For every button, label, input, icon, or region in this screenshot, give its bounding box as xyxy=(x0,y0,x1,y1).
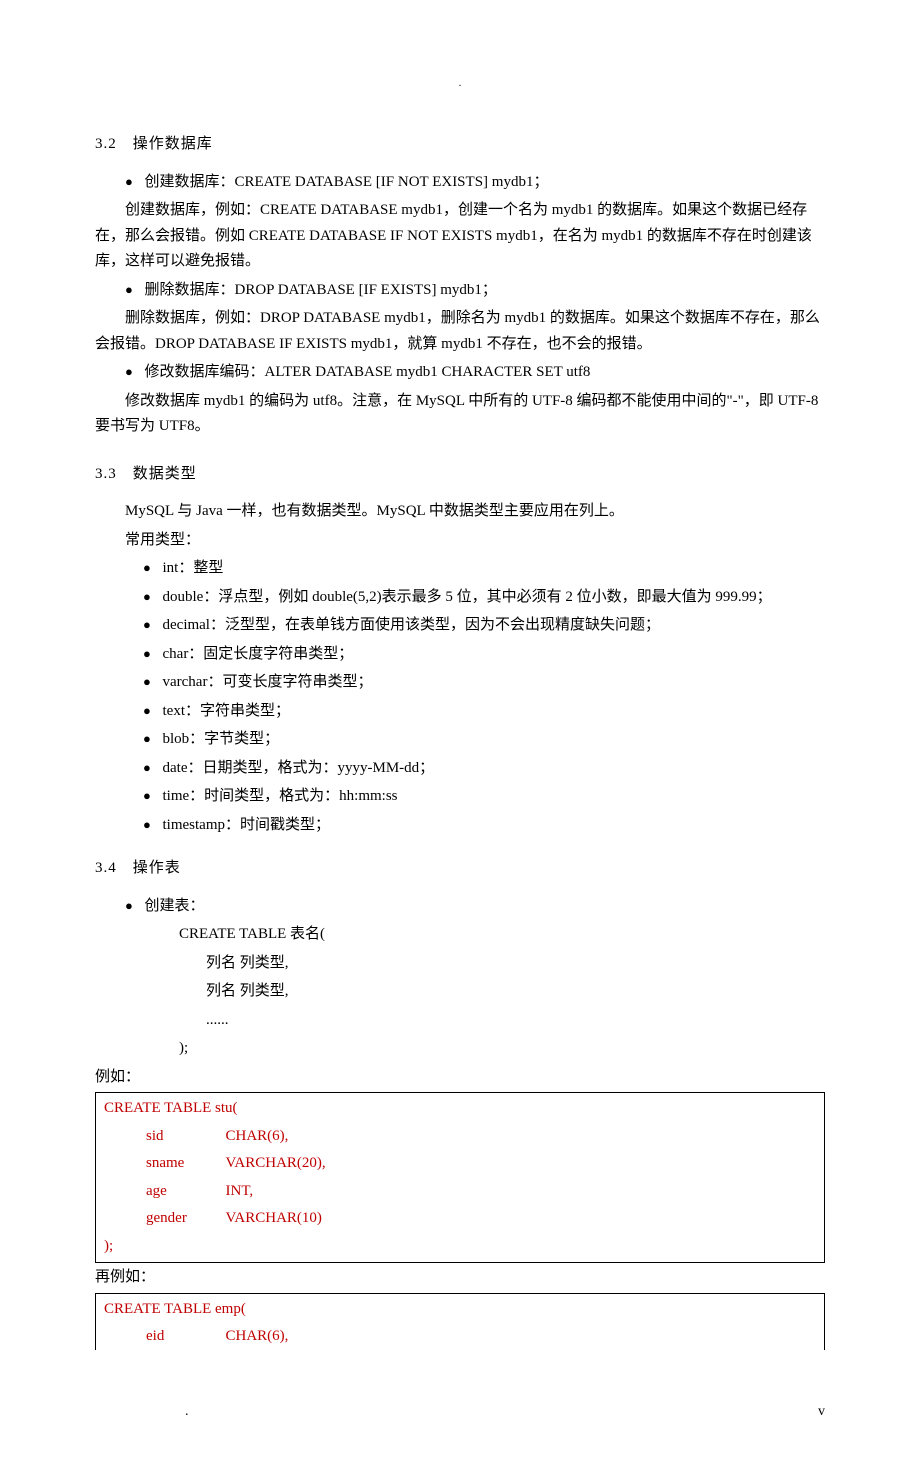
code-col-type: INT, xyxy=(226,1179,254,1205)
bullet-icon: ● xyxy=(143,557,163,579)
bullet-icon: ● xyxy=(143,643,163,665)
type-text: date：日期类型，格式为：yyyy-MM-dd； xyxy=(163,756,826,782)
bullet-icon: ● xyxy=(143,757,163,779)
type-text: decimal：泛型型，在表单钱方面使用该类型，因为不会出现精度缺失问题； xyxy=(163,613,826,639)
bullet-icon: ● xyxy=(125,279,145,301)
bullet-icon: ● xyxy=(143,814,163,836)
bullet-icon: ● xyxy=(125,895,145,917)
bullet-icon: ● xyxy=(143,671,163,693)
code-col-name: sname xyxy=(146,1151,226,1177)
bullet-create-db: ● 创建数据库：CREATE DATABASE [IF NOT EXISTS] … xyxy=(125,170,825,196)
code-head: CREATE TABLE stu( xyxy=(104,1096,816,1122)
section-3-3-heading: 3.3 数据类型 xyxy=(95,462,825,488)
section-3-2-heading: 3.2 操作数据库 xyxy=(95,132,825,158)
code-col-name: age xyxy=(146,1179,226,1205)
bullet-icon: ● xyxy=(143,614,163,636)
page-footer: . v xyxy=(95,1400,825,1424)
footer-left: . xyxy=(185,1400,189,1424)
bullet-drop-db: ● 删除数据库：DROP DATABASE [IF EXISTS] mydb1； xyxy=(125,278,825,304)
type-item: ●char：固定长度字符串类型； xyxy=(143,642,825,668)
code-col-type: CHAR(6), xyxy=(226,1124,289,1150)
example1-label: 例如： xyxy=(95,1065,825,1091)
type-text: varchar：可变长度字符串类型； xyxy=(163,670,826,696)
bullet-icon: ● xyxy=(143,700,163,722)
code-box-emp: CREATE TABLE emp( eidCHAR(6), xyxy=(95,1293,825,1350)
code-col-name: gender xyxy=(146,1206,226,1232)
paragraph-drop-db: 删除数据库，例如：DROP DATABASE mydb1，删除名为 mydb1 … xyxy=(95,306,825,357)
type-text: blob：字节类型； xyxy=(163,727,826,753)
type-text: text：字符串类型； xyxy=(163,699,826,725)
code-col-type: VARCHAR(10) xyxy=(226,1206,322,1232)
bullet-icon: ● xyxy=(125,361,145,383)
type-item: ●time：时间类型，格式为：hh:mm:ss xyxy=(143,784,825,810)
type-text: time：时间类型，格式为：hh:mm:ss xyxy=(163,784,826,810)
type-text: timestamp：时间戳类型； xyxy=(163,813,826,839)
code-head: CREATE TABLE emp( xyxy=(104,1297,816,1323)
bullet-text: 修改数据库编码：ALTER DATABASE mydb1 CHARACTER S… xyxy=(145,360,826,386)
type-item: ●int：整型 xyxy=(143,556,825,582)
code-row: sidCHAR(6), xyxy=(146,1124,816,1150)
type-item: ●text：字符串类型； xyxy=(143,699,825,725)
paragraph-alter-db: 修改数据库 mydb1 的编码为 utf8。注意，在 MySQL 中所有的 UT… xyxy=(95,389,825,440)
paragraph-create-db: 创建数据库，例如：CREATE DATABASE mydb1，创建一个名为 my… xyxy=(95,198,825,275)
code-line: 列名 列类型, xyxy=(206,951,825,977)
footer-right: v xyxy=(818,1400,825,1424)
bullet-icon: ● xyxy=(143,586,163,608)
paragraph-types-intro: MySQL 与 Java 一样，也有数据类型。MySQL 中数据类型主要应用在列… xyxy=(95,499,825,525)
type-text: char：固定长度字符串类型； xyxy=(163,642,826,668)
code-line: 列名 列类型, xyxy=(206,979,825,1005)
code-line: ...... xyxy=(206,1008,825,1034)
code-col-name: eid xyxy=(146,1324,226,1350)
type-item: ●double：浮点型，例如 double(5,2)表示最多 5 位，其中必须有… xyxy=(143,585,825,611)
type-text: double：浮点型，例如 double(5,2)表示最多 5 位，其中必须有 … xyxy=(163,585,826,611)
code-col-type: CHAR(6), xyxy=(226,1324,289,1350)
code-line: ); xyxy=(179,1036,825,1062)
type-item: ●decimal：泛型型，在表单钱方面使用该类型，因为不会出现精度缺失问题； xyxy=(143,613,825,639)
bullet-text: 创建表： xyxy=(145,894,826,920)
section-3-4-heading: 3.4 操作表 xyxy=(95,856,825,882)
code-row: eidCHAR(6), xyxy=(146,1324,816,1350)
types-list: ●int：整型●double：浮点型，例如 double(5,2)表示最多 5 … xyxy=(95,556,825,838)
header-dot: . xyxy=(95,75,825,92)
bullet-text: 删除数据库：DROP DATABASE [IF EXISTS] mydb1； xyxy=(145,278,826,304)
type-item: ●timestamp：时间戳类型； xyxy=(143,813,825,839)
bullet-create-table: ● 创建表： xyxy=(125,894,825,920)
code-row: genderVARCHAR(10) xyxy=(146,1206,816,1232)
code-box-stu: CREATE TABLE stu( sidCHAR(6),snameVARCHA… xyxy=(95,1092,825,1263)
code-line: CREATE TABLE 表名( xyxy=(179,922,825,948)
bullet-icon: ● xyxy=(143,785,163,807)
paragraph-types-label: 常用类型： xyxy=(95,528,825,554)
code-row: snameVARCHAR(20), xyxy=(146,1151,816,1177)
bullet-icon: ● xyxy=(143,728,163,750)
type-item: ●varchar：可变长度字符串类型； xyxy=(143,670,825,696)
code-col-type: VARCHAR(20), xyxy=(226,1151,326,1177)
bullet-icon: ● xyxy=(125,171,145,193)
bullet-text: 创建数据库：CREATE DATABASE [IF NOT EXISTS] my… xyxy=(145,170,826,196)
type-item: ●blob：字节类型； xyxy=(143,727,825,753)
type-item: ●date：日期类型，格式为：yyyy-MM-dd； xyxy=(143,756,825,782)
code-tail: ); xyxy=(104,1234,816,1260)
code-row: ageINT, xyxy=(146,1179,816,1205)
example2-label: 再例如： xyxy=(95,1265,825,1291)
bullet-alter-db: ● 修改数据库编码：ALTER DATABASE mydb1 CHARACTER… xyxy=(125,360,825,386)
code-col-name: sid xyxy=(146,1124,226,1150)
type-text: int：整型 xyxy=(163,556,826,582)
